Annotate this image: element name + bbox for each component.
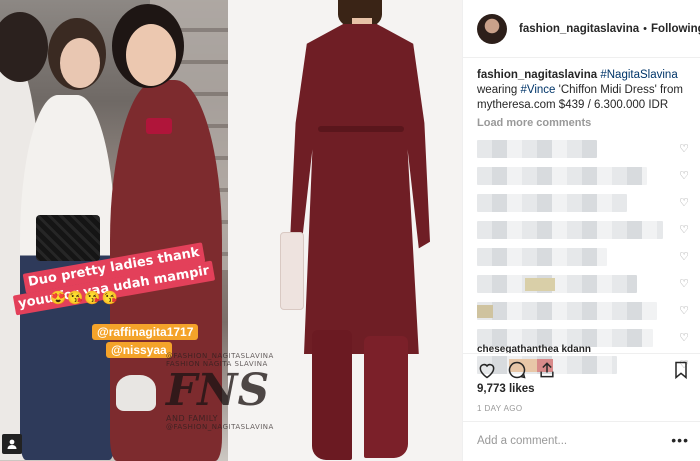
ig-corner-icon [2, 434, 22, 454]
caption-username[interactable]: fashion_nagitaslavina [477, 69, 597, 81]
header-username[interactable]: fashion_nagitaslavina [519, 23, 639, 35]
white-handbag [280, 232, 304, 310]
story-emojis: 😍😘😘😘 [50, 290, 119, 305]
hashtag-vince[interactable]: #Vince [520, 84, 555, 96]
heart-icon[interactable]: ♡ [679, 142, 689, 155]
bookmark-icon[interactable] [671, 360, 691, 380]
following-button[interactable]: Following [651, 23, 700, 35]
watermark-line1: @FASHION_NAGITASLAVINA [166, 352, 274, 360]
heart-icon[interactable]: ♡ [679, 331, 689, 344]
action-bar [463, 353, 700, 383]
comment-row: ♡ [477, 271, 700, 298]
sneaker [116, 375, 156, 411]
hashtag-nagitaslavina[interactable]: #NagitaSlavina [600, 69, 677, 81]
watermark-line4: @FASHION_NAGITASLAVINA [166, 423, 274, 431]
heart-icon[interactable]: ♡ [679, 250, 689, 263]
likes-count[interactable]: 9,773 likes [477, 383, 535, 395]
avatar[interactable] [477, 13, 507, 44]
watermark-logo: FNS [166, 365, 270, 416]
load-more-comments-link[interactable]: Load more comments [463, 113, 700, 129]
more-options-icon[interactable]: ••• [671, 432, 689, 448]
heart-icon[interactable]: ♡ [679, 223, 689, 236]
boot-left [312, 330, 352, 460]
burgundy-dress [290, 24, 430, 354]
boot-right [364, 336, 408, 458]
mention-tag-nissyaa[interactable]: @nissyaa [106, 342, 172, 358]
watermark: @FASHION_NAGITASLAVINA FASHION NAGITA SL… [166, 352, 296, 431]
share-icon[interactable] [537, 360, 557, 380]
comment-row: ♡ [477, 190, 700, 217]
quilted-handbag [36, 215, 100, 261]
post-image[interactable]: Duo pretty ladies thank youu for yaa uda… [0, 0, 462, 461]
post-panel: fashion_nagitaslavina • Following fashio… [462, 0, 700, 461]
mention-tag-raffinagita[interactable]: @raffinagita1717 [92, 324, 199, 340]
separator-dot: • [643, 22, 648, 35]
person-right-face [126, 24, 176, 86]
comment-row: ♡ [477, 217, 700, 244]
caption-text1: wearing [477, 84, 518, 96]
comment-icon[interactable] [507, 360, 527, 380]
partial-comment-username: chesegathanthea kdann [477, 344, 591, 353]
post-caption: fashion_nagitaslavina #NagitaSlavina wea… [463, 58, 700, 113]
comment-row: ♡ [477, 136, 700, 163]
post-header: fashion_nagitaslavina • Following [463, 0, 700, 58]
heart-icon[interactable]: ♡ [679, 277, 689, 290]
comment-row: ♡ [477, 163, 700, 190]
heart-icon[interactable]: ♡ [679, 169, 689, 182]
heart-icon[interactable]: ♡ [679, 196, 689, 209]
post-timestamp: 1 DAY AGO [477, 404, 523, 413]
person-middle-face [60, 38, 100, 88]
comment-row: ♡ [477, 244, 700, 271]
person-left-hair [0, 12, 48, 82]
add-comment-bar: ••• [463, 421, 700, 461]
heart-icon[interactable]: ♡ [679, 304, 689, 317]
comment-input[interactable] [477, 431, 657, 451]
phone [146, 118, 172, 134]
comment-row: ♡ [477, 298, 700, 325]
heart-icon[interactable] [477, 360, 497, 380]
dress-belt [318, 126, 404, 132]
